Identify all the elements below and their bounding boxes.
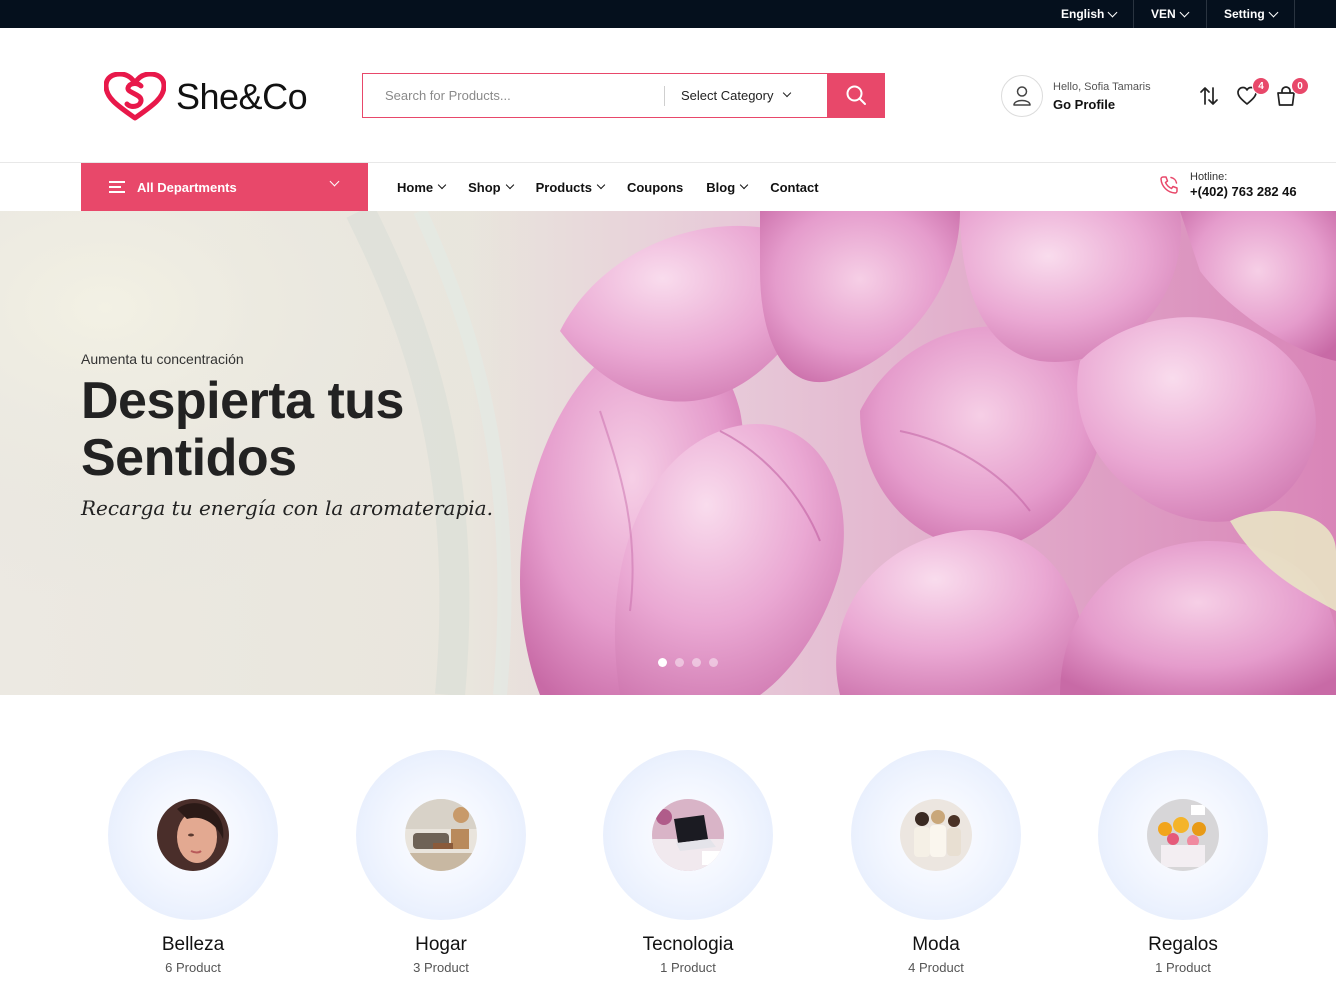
chevron-down-icon [437,180,447,190]
chevron-down-icon [505,180,514,190]
category-name: Moda [912,934,960,955]
search-icon [846,85,866,105]
category-select[interactable]: Select Category [681,74,791,116]
category-card-regalos[interactable]: Regalos 1 Product [1098,750,1268,975]
wishlist-button[interactable]: 4 [1234,77,1270,109]
chevron-down-icon [1179,7,1190,17]
go-profile-link[interactable]: Go Profile [1053,97,1151,112]
wishlist-count-badge: 4 [1252,77,1270,95]
slider-dot[interactable] [709,658,718,667]
hotline[interactable]: Hotline: +(402) 763 282 46 [1158,171,1297,199]
search-bar: Select Category [362,72,885,118]
nav-item-contact[interactable]: Contact [770,180,818,195]
hotline-label: Hotline: [1190,171,1228,183]
cart-count-badge: 0 [1291,77,1309,95]
category-image [652,799,724,871]
chevron-down-icon [1107,7,1118,17]
category-image [900,799,972,871]
divider [1133,0,1134,28]
user-icon [1013,86,1031,106]
category-count: 6 Product [165,960,221,975]
category-count: 1 Product [1155,960,1211,975]
compare-button[interactable] [1196,83,1222,109]
category-name: Tecnologia [642,934,734,955]
top-bar: English VEN Setting [0,0,1336,28]
hero-eyebrow: Aumenta tu concentración [81,351,244,367]
nav-item-coupons[interactable]: Coupons [627,180,683,195]
search-divider [664,86,665,106]
nav-item-products[interactable]: Products [535,179,606,195]
logo-text: She&Co [176,76,308,117]
setting-selector[interactable]: Setting [1224,0,1279,28]
hotline-number: +(402) 763 282 46 [1190,184,1297,199]
currency-selector[interactable]: VEN [1151,0,1190,28]
slider-dot[interactable] [692,658,701,667]
compare-icon [1200,87,1218,105]
category-ring [851,750,1021,920]
category-image [1147,799,1219,871]
header: She&Co Select Category Hello, Sofia Tama… [0,28,1336,163]
nav-item-label: Home [397,179,434,195]
category-image [405,799,477,871]
currency-label: VEN [1151,7,1176,21]
category-image [157,799,229,871]
all-departments-label: All Departments [137,179,237,195]
hero-title: Despierta tus Sentidos [81,373,404,487]
chevron-down-icon [329,176,340,187]
hero-subtitle: Recarga tu energía con la aromaterapia. [81,496,493,520]
slider-dots [658,658,718,667]
avatar [1001,75,1043,117]
category-ring [356,750,526,920]
search-input[interactable] [385,84,655,106]
category-name: Regalos [1148,934,1218,955]
nav-item-label: Contact [770,179,819,195]
all-departments-button[interactable]: All Departments [81,163,368,211]
main-nav: All Departments Home Shop Products Coupo… [0,163,1336,211]
category-count: 1 Product [660,960,716,975]
category-ring [1098,750,1268,920]
search-button[interactable] [826,72,885,118]
category-card-moda[interactable]: Moda 4 Product [851,750,1021,975]
category-select-label: Select Category [681,87,774,103]
menu-icon [109,181,125,193]
nav-item-home[interactable]: Home [397,179,447,195]
category-card-tecnologia[interactable]: Tecnologia 1 Product [603,750,773,975]
cart-button[interactable]: 0 [1273,77,1309,109]
nav-menu: Home Shop Products Coupons Blog Contact [397,163,819,211]
hero-banner: Aumenta tu concentración Despierta tus S… [0,211,1336,695]
category-name: Belleza [161,934,225,955]
logo-icon [104,72,166,121]
category-name: Hogar [415,934,467,955]
nav-item-shop[interactable]: Shop [468,179,514,195]
category-ring [603,750,773,920]
language-label: English [1061,7,1105,21]
profile-greeting: Hello, Sofia Tamaris [1053,80,1151,93]
slider-dot[interactable] [658,658,667,667]
nav-item-label: Coupons [626,179,684,195]
language-selector[interactable]: English [1061,0,1118,28]
category-count: 4 Product [908,960,964,975]
hero-title-line: Despierta tus [81,372,404,430]
nav-item-blog[interactable]: Blog [706,179,749,195]
nav-item-label: Products [535,179,592,195]
nav-item-label: Shop [468,179,501,195]
category-ring [108,750,278,920]
chevron-down-icon [1268,7,1279,17]
logo[interactable]: She&Co [104,72,308,122]
chevron-down-icon [782,88,791,98]
setting-label: Setting [1224,7,1265,21]
chevron-down-icon [596,180,606,190]
slider-dot[interactable] [675,658,684,667]
hero-title-line: Sentidos [81,429,297,487]
phone-icon [1160,176,1178,194]
account-profile[interactable]: Hello, Sofia Tamaris Go Profile [1001,75,1151,117]
category-count: 3 Product [413,960,469,975]
category-card-belleza[interactable]: Belleza 6 Product [108,750,278,975]
nav-item-label: Blog [706,179,736,195]
divider [1206,0,1207,28]
category-card-hogar[interactable]: Hogar 3 Product [356,750,526,975]
divider [1294,0,1295,28]
chevron-down-icon [739,180,749,190]
